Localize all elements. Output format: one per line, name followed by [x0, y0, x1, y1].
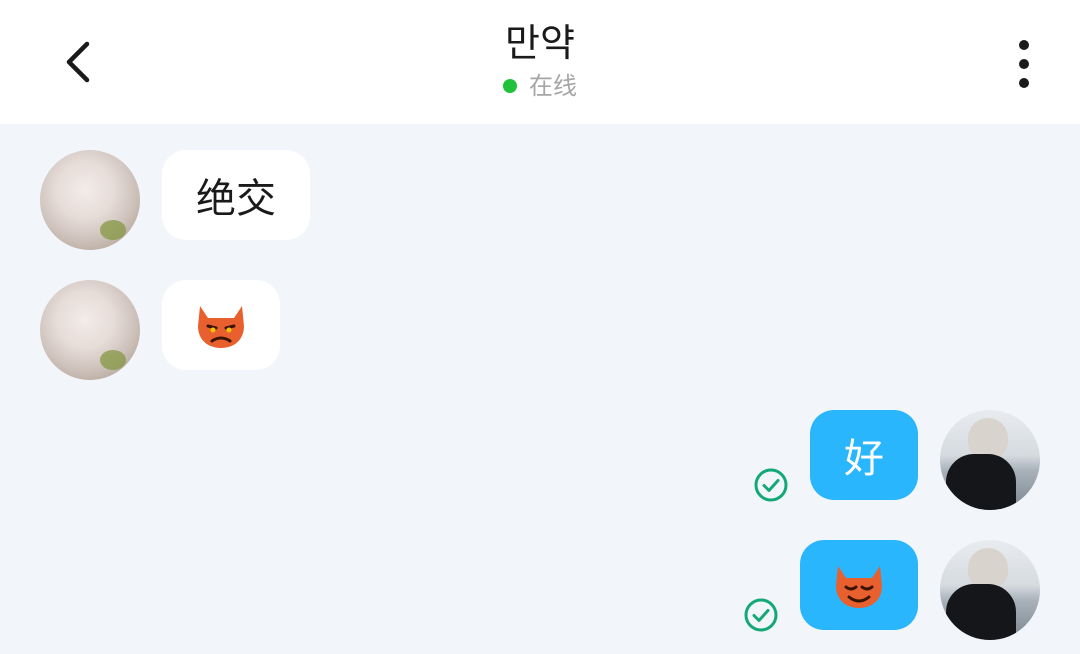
message-bubble-incoming[interactable]	[162, 280, 280, 370]
vertical-dots-icon	[1019, 40, 1029, 50]
devil-face-icon	[198, 306, 244, 348]
message-bubble-outgoing[interactable]	[800, 540, 918, 630]
user-avatar[interactable]	[940, 540, 1040, 640]
user-avatar[interactable]	[940, 410, 1040, 510]
chat-title-area: 만약 在线	[0, 18, 1080, 102]
read-check-icon	[754, 468, 788, 502]
more-options-button[interactable]	[1004, 40, 1044, 88]
contact-avatar[interactable]	[40, 280, 140, 380]
status-label: 在线	[529, 72, 577, 100]
message-bubble-outgoing[interactable]: 好	[810, 410, 918, 500]
devil-face-icon	[836, 566, 882, 608]
contact-avatar[interactable]	[40, 150, 140, 250]
chat-screen: 만약 在线 绝交 好	[0, 0, 1080, 654]
online-status: 在线	[503, 70, 577, 102]
message-text: 绝交	[196, 176, 276, 222]
contact-name: 만약	[505, 21, 575, 65]
message-text: 好	[844, 436, 884, 482]
read-check-icon	[744, 598, 778, 632]
message-bubble-incoming[interactable]: 绝交	[162, 150, 310, 240]
chat-header: 만약 在线	[0, 0, 1080, 124]
online-dot-icon	[503, 79, 517, 93]
